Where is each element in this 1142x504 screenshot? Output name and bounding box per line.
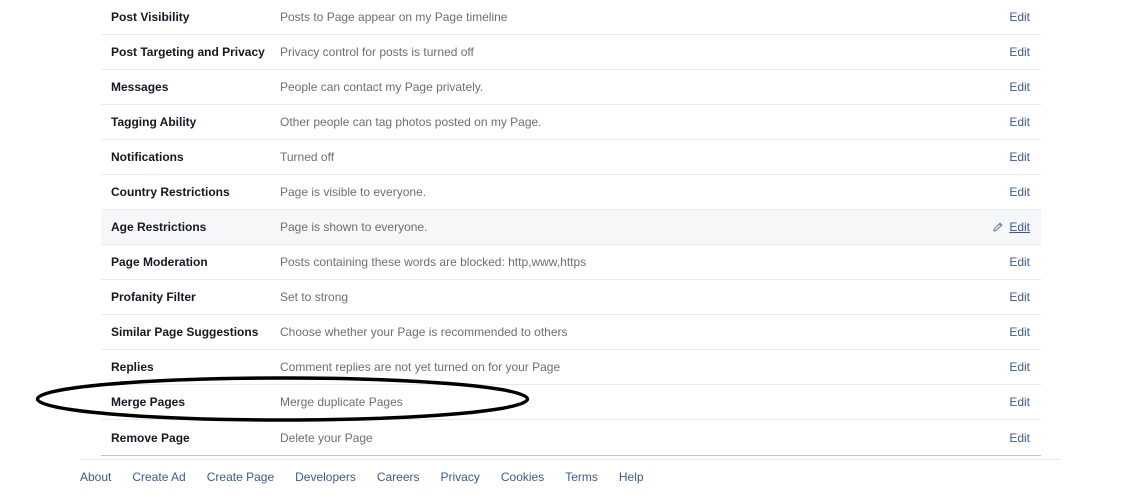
setting-label: Profanity Filter xyxy=(111,290,196,304)
setting-value: Merge duplicate Pages xyxy=(280,395,403,409)
settings-row-post-visibility: Post Visibility Posts to Page appear on … xyxy=(101,0,1041,35)
edit-notifications-link[interactable]: Edit xyxy=(1009,150,1030,164)
settings-row-profanity-filter: Profanity Filter Set to strong Edit xyxy=(101,280,1041,315)
edit-remove-page-link[interactable]: Edit xyxy=(1009,431,1030,445)
footer-divider xyxy=(80,459,1061,460)
setting-value: Delete your Page xyxy=(280,430,373,445)
footer-link-privacy[interactable]: Privacy xyxy=(441,470,480,484)
edit-tagging-ability-link[interactable]: Edit xyxy=(1009,115,1030,129)
footer-link-cookies[interactable]: Cookies xyxy=(501,470,544,484)
footer-link-create-ad[interactable]: Create Ad xyxy=(132,470,185,484)
setting-value: Set to strong xyxy=(280,290,349,304)
setting-value: Page is shown to everyone. xyxy=(280,220,428,234)
settings-row-merge-pages: Merge Pages Merge duplicate Pages Edit xyxy=(101,385,1041,420)
setting-value: People can contact my Page privately. xyxy=(280,80,484,94)
settings-row-remove-page: Remove Page Delete your Page Edit xyxy=(101,420,1041,456)
setting-value: Choose whether your Page is recommended … xyxy=(280,325,568,339)
settings-row-country-restrictions: Country Restrictions Page is visible to … xyxy=(101,175,1041,210)
footer-link-developers[interactable]: Developers xyxy=(295,470,356,484)
settings-row-similar-page-suggestions: Similar Page Suggestions Choose whether … xyxy=(101,315,1041,350)
setting-label: Post Visibility xyxy=(111,10,190,24)
pencil-icon xyxy=(993,222,1003,232)
setting-value: Privacy control for posts is turned off xyxy=(280,45,474,59)
footer-links: About Create Ad Create Page Developers C… xyxy=(80,470,665,484)
footer-link-create-page[interactable]: Create Page xyxy=(207,470,274,484)
setting-label: Merge Pages xyxy=(111,395,186,409)
setting-label: Country Restrictions xyxy=(111,185,230,199)
setting-label: Tagging Ability xyxy=(111,115,197,129)
setting-label: Notifications xyxy=(111,150,184,164)
edit-profanity-filter-link[interactable]: Edit xyxy=(1009,290,1030,304)
edit-messages-link[interactable]: Edit xyxy=(1009,80,1030,94)
settings-row-post-targeting: Post Targeting and Privacy Privacy contr… xyxy=(101,35,1041,70)
setting-value: Turned off xyxy=(280,150,335,164)
settings-row-notifications: Notifications Turned off Edit xyxy=(101,140,1041,175)
setting-label: Messages xyxy=(111,80,169,94)
footer-link-about[interactable]: About xyxy=(80,470,111,484)
settings-row-page-moderation: Page Moderation Posts containing these w… xyxy=(101,245,1041,280)
footer-link-terms[interactable]: Terms xyxy=(565,470,598,484)
setting-value: Comment replies are not yet turned on fo… xyxy=(280,360,561,374)
setting-label: Replies xyxy=(111,360,154,374)
setting-label: Similar Page Suggestions xyxy=(111,325,259,339)
edit-page-moderation-link[interactable]: Edit xyxy=(1009,255,1030,269)
setting-label: Post Targeting and Privacy xyxy=(111,45,265,59)
edit-post-visibility-link[interactable]: Edit xyxy=(1009,10,1030,24)
edit-country-restrictions-link[interactable]: Edit xyxy=(1009,185,1030,199)
settings-row-replies: Replies Comment replies are not yet turn… xyxy=(101,350,1041,385)
setting-value: Other people can tag photos posted on my… xyxy=(280,115,542,129)
edit-age-restrictions-link[interactable]: Edit xyxy=(1009,220,1030,234)
footer-link-help[interactable]: Help xyxy=(619,470,644,484)
setting-label: Age Restrictions xyxy=(111,220,207,234)
setting-label: Remove Page xyxy=(111,430,190,445)
setting-label: Page Moderation xyxy=(111,255,208,269)
settings-row-messages: Messages People can contact my Page priv… xyxy=(101,70,1041,105)
page-settings-table: Post Visibility Posts to Page appear on … xyxy=(101,0,1041,456)
edit-replies-link[interactable]: Edit xyxy=(1009,360,1030,374)
setting-value: Page is visible to everyone. xyxy=(280,185,427,199)
settings-row-tagging-ability: Tagging Ability Other people can tag pho… xyxy=(101,105,1041,140)
settings-row-age-restrictions[interactable]: Age Restrictions Page is shown to everyo… xyxy=(101,210,1041,245)
setting-value: Posts to Page appear on my Page timeline xyxy=(280,10,508,24)
edit-similar-page-suggestions-link[interactable]: Edit xyxy=(1009,325,1030,339)
edit-post-targeting-link[interactable]: Edit xyxy=(1009,45,1030,59)
edit-merge-pages-link[interactable]: Edit xyxy=(1009,395,1030,409)
setting-value: Posts containing these words are blocked… xyxy=(280,255,587,269)
footer-link-careers[interactable]: Careers xyxy=(377,470,420,484)
